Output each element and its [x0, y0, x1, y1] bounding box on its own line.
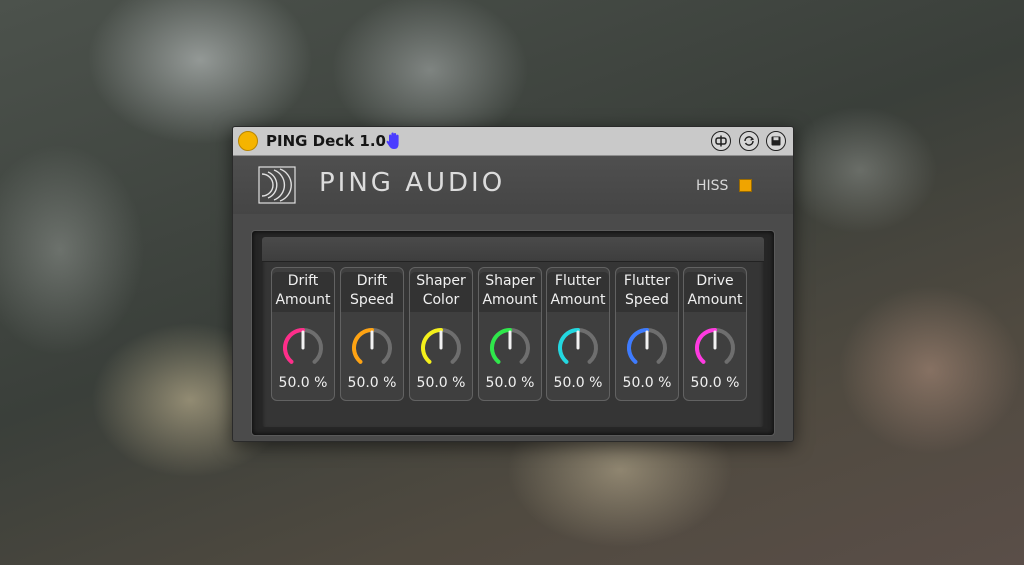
dial-value-arc	[283, 328, 305, 364]
knob-label: Flutter Speed	[616, 272, 678, 312]
dial[interactable]	[690, 323, 740, 373]
knob-value: 50.0 %	[485, 375, 535, 391]
knob-shaper-amount[interactable]: Shaper Amount 50.0 %	[478, 267, 542, 401]
ping-logo-icon	[258, 166, 296, 204]
dial-value-arc	[421, 328, 443, 364]
knob-drive-amount[interactable]: Drive Amount 50.0 %	[683, 267, 747, 401]
hand-icon	[386, 132, 399, 149]
knob-shaper-color[interactable]: Shaper Color 50.0 %	[409, 267, 473, 401]
hiss-label: HISS	[696, 178, 729, 194]
knob-label: Flutter Amount	[547, 272, 609, 312]
device-header: PING AUDIO HISS	[233, 156, 793, 214]
dial[interactable]	[553, 323, 603, 373]
knob-drift-amount[interactable]: Drift Amount 50.0 %	[271, 267, 335, 401]
device-window: PING Deck 1.0 PING AUDIO HISS Drift Amou…	[232, 126, 794, 442]
hot-swap-button[interactable]	[739, 131, 759, 151]
panel-slot	[262, 237, 764, 262]
dial-value-arc	[558, 328, 580, 364]
save-icon	[771, 136, 781, 146]
knob-label: Drift Speed	[341, 272, 403, 312]
knob-label: Drive Amount	[684, 272, 746, 312]
dial-value-arc	[695, 328, 717, 364]
title-bar[interactable]: PING Deck 1.0	[233, 127, 793, 156]
dial-value-arc	[352, 328, 374, 364]
knob-label: Shaper Color	[410, 272, 472, 312]
dial[interactable]	[416, 323, 466, 373]
knob-value: 50.0 %	[347, 375, 397, 391]
device-activator-button[interactable]	[238, 131, 258, 151]
knob-label: Shaper Amount	[479, 272, 541, 312]
knob-value: 50.0 %	[416, 375, 466, 391]
device-title: PING Deck 1.0	[266, 132, 386, 150]
dial-value-arc	[490, 328, 512, 364]
save-preset-button[interactable]	[766, 131, 786, 151]
knob-value: 50.0 %	[553, 375, 603, 391]
freeze-button[interactable]	[711, 131, 731, 151]
knob-drift-speed[interactable]: Drift Speed 50.0 %	[340, 267, 404, 401]
knob-value: 50.0 %	[278, 375, 328, 391]
knob-flutter-amount[interactable]: Flutter Amount 50.0 %	[546, 267, 610, 401]
dial-value-arc	[627, 328, 649, 364]
dial[interactable]	[278, 323, 328, 373]
knob-label: Drift Amount	[272, 272, 334, 312]
brand-name: PING AUDIO	[319, 168, 506, 198]
dial[interactable]	[622, 323, 672, 373]
dial[interactable]	[347, 323, 397, 373]
knob-flutter-speed[interactable]: Flutter Speed 50.0 %	[615, 267, 679, 401]
knob-value: 50.0 %	[622, 375, 672, 391]
hot-swap-icon	[744, 136, 755, 146]
hiss-toggle[interactable]	[739, 179, 752, 192]
dial[interactable]	[485, 323, 535, 373]
knob-value: 50.0 %	[690, 375, 740, 391]
freeze-icon	[715, 135, 727, 147]
